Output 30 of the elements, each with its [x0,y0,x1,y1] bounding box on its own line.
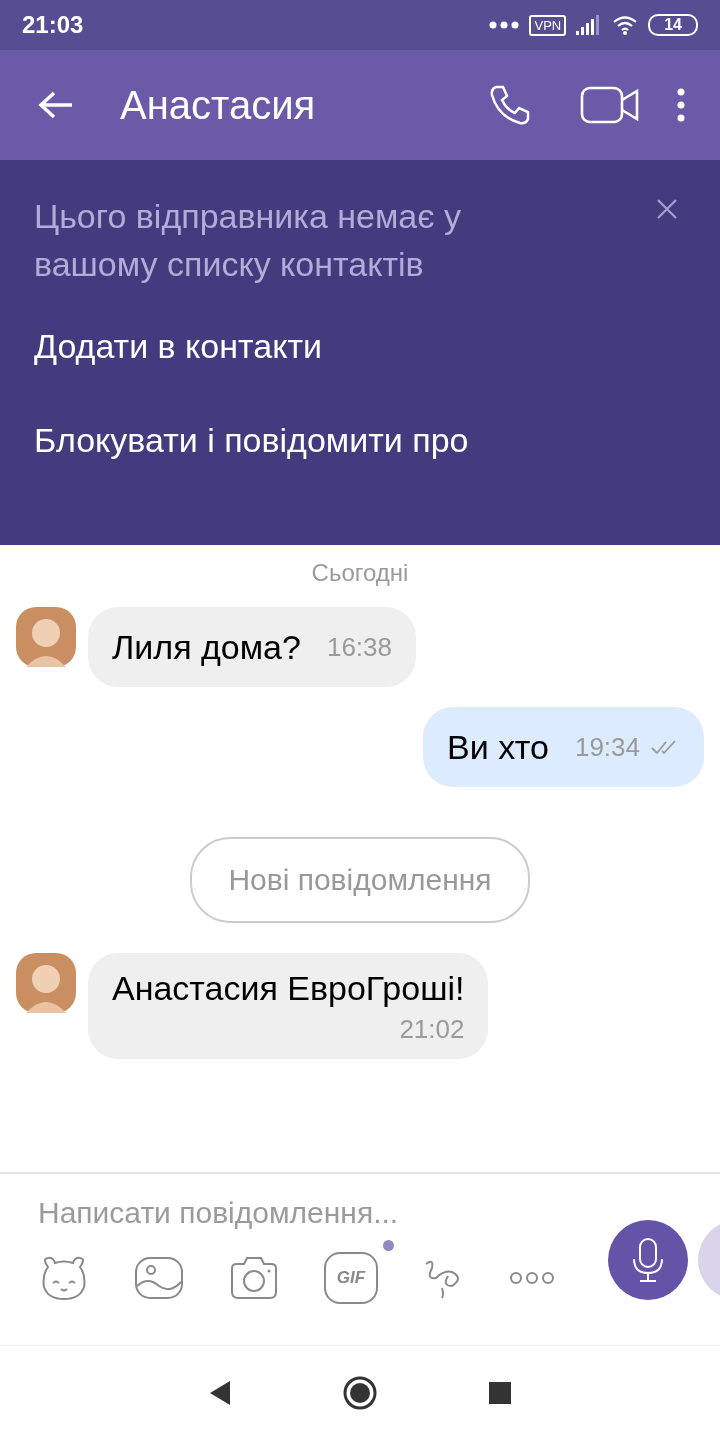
back-arrow-icon[interactable] [38,90,74,120]
home-icon[interactable] [342,1375,378,1411]
vpn-badge: VPN [529,14,567,36]
recents-icon[interactable] [488,1381,512,1405]
back-icon[interactable] [208,1380,232,1406]
camera-icon[interactable] [228,1256,280,1300]
avatar-icon [16,607,76,667]
chat-title: Анастасия [120,82,317,128]
notice-text: Цього відправника немає у вашому списку контактів [34,196,463,285]
battery-indicator: 14 [648,14,698,36]
message-time: 21:02 [399,1014,465,1045]
date-separator: Сьогодні [311,559,409,587]
message-time: 16:38 [326,631,393,663]
clock: 21:03 [22,11,85,39]
wifi-icon [612,15,639,35]
image-icon[interactable] [134,1256,184,1300]
avatar-icon [16,953,76,1013]
close-icon[interactable] [656,198,678,220]
overflow-menu-icon[interactable] [676,87,686,123]
more-icon[interactable] [510,1271,554,1285]
microphone-icon [631,1237,665,1283]
video-camera-icon[interactable] [580,85,640,125]
banner-action[interactable]: Блокувати і повідомити про [34,416,686,464]
message-time: 19:34 [574,731,640,763]
message-text: Ви хто [447,727,549,767]
more-icon [489,21,520,29]
banner-action[interactable]: Додати в контакти [34,322,686,370]
phone-icon[interactable] [488,83,532,127]
message-text: Лиля дома? [112,627,301,667]
message-text: Анастасия ЕвроГроші! [112,969,465,1008]
